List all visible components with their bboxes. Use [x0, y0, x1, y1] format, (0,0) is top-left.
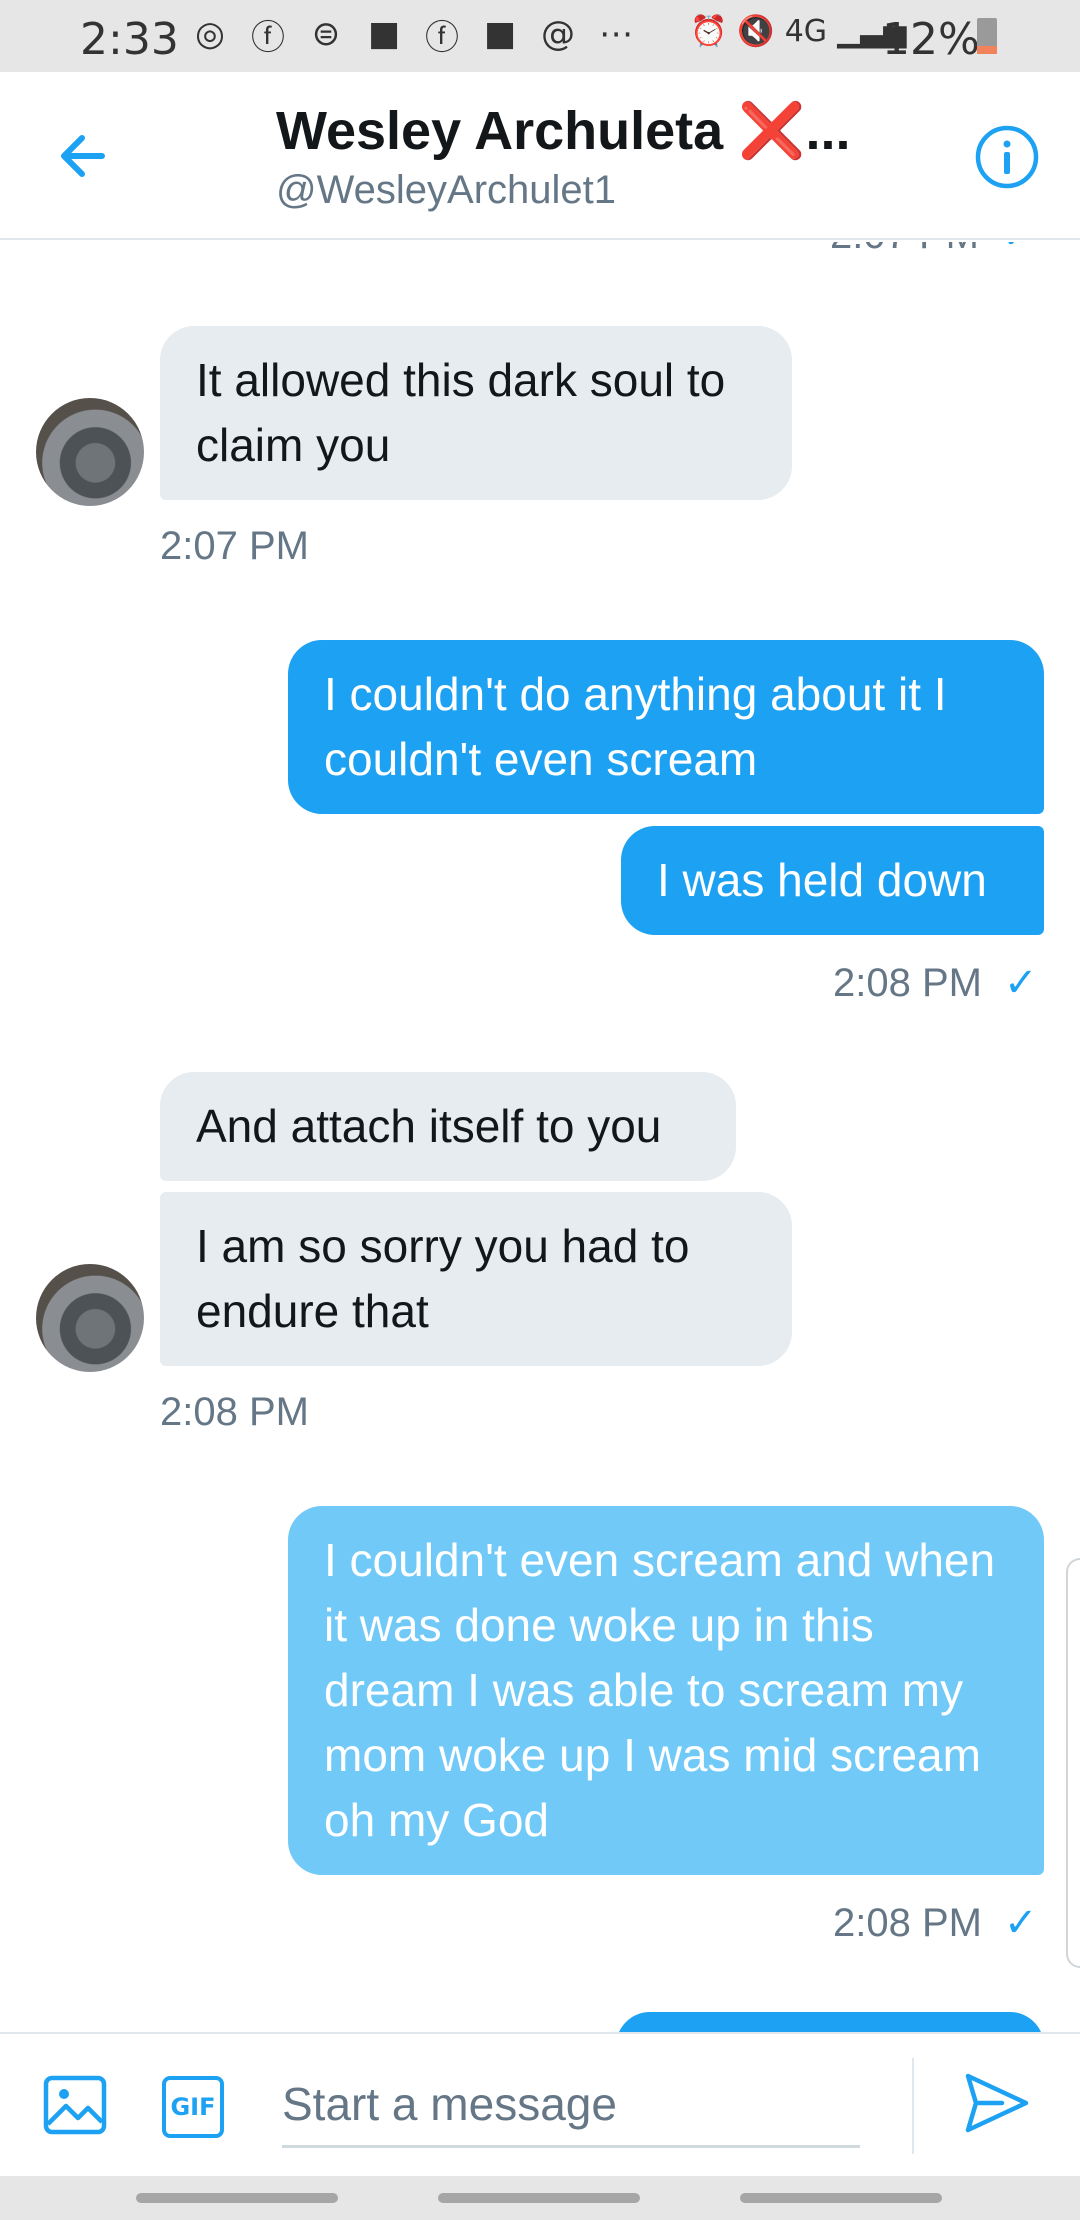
- more-dots-icon: ⋯: [599, 14, 633, 54]
- signal-app-icon: ◎: [195, 14, 225, 54]
- read-check-icon: ✓: [1001, 242, 1035, 257]
- facebook-icon: ⓕ: [251, 17, 285, 58]
- gif-button[interactable]: GIF: [162, 2076, 224, 2138]
- conversation-header: Wesley Archuleta ❌... @WesleyArchulet1: [0, 72, 1080, 240]
- timestamp-text: 2:08 PM: [160, 1390, 309, 1434]
- contact-name-text: Wesley Archuleta: [276, 101, 724, 161]
- name-emoji: ❌: [738, 101, 806, 161]
- message-timestamp: 2:07 PM: [160, 524, 309, 569]
- system-navigation-bar: [0, 2176, 1080, 2220]
- status-time: 2:33: [80, 14, 179, 65]
- battery-icon: [977, 18, 997, 54]
- message-bubble-outgoing[interactable]: I was held down: [621, 826, 1044, 935]
- read-check-icon: ✓: [1003, 1901, 1038, 1945]
- contact-name[interactable]: Wesley Archuleta ❌...: [276, 100, 850, 163]
- video-icon: ■: [367, 14, 401, 54]
- at-sign-icon: @: [541, 14, 575, 54]
- avatar[interactable]: [36, 1264, 144, 1372]
- message-bubble-outgoing-pending[interactable]: I couldn't even scream and when it was d…: [288, 1506, 1044, 1875]
- send-icon[interactable]: [962, 2068, 1032, 2138]
- message-timestamp: 2:08 PM: [160, 1390, 309, 1435]
- message-timestamp: 2:08 PM ✓: [833, 960, 1037, 1006]
- mute-icon: 🔇: [737, 14, 775, 49]
- nav-home-button[interactable]: [438, 2193, 640, 2203]
- message-bubble-incoming[interactable]: And attach itself to you: [160, 1072, 736, 1181]
- composer-divider: [912, 2058, 914, 2154]
- read-check-icon: ✓: [1003, 961, 1038, 1005]
- message-input[interactable]: [282, 2062, 860, 2148]
- facebook-icon: ⓕ: [425, 17, 459, 58]
- message-composer: GIF: [0, 2032, 1080, 2176]
- timestamp-text: 2:08 PM: [833, 961, 982, 1005]
- nav-recents-button[interactable]: [136, 2193, 338, 2203]
- notification-icons: ◎ ⓕ ⊜ ■ ⓕ ■ @ ⋯: [190, 14, 636, 58]
- name-truncation: ...: [805, 101, 851, 161]
- scroll-indicator[interactable]: [1066, 1558, 1080, 1968]
- message-bubble-outgoing[interactable]: I couldn't do anything about it I couldn…: [288, 640, 1044, 814]
- image-icon[interactable]: [42, 2072, 108, 2138]
- message-list[interactable]: 2:07 PM ✓ It allowed this dark soul to cl…: [0, 242, 1080, 2032]
- timestamp-text: 2:07 PM: [160, 524, 309, 568]
- alarm-icon: ⏰: [690, 14, 728, 49]
- message-bubble-incoming[interactable]: It allowed this dark soul to claim you: [160, 326, 792, 500]
- message-bubble-incoming[interactable]: I am so sorry you had to endure that: [160, 1192, 792, 1366]
- message-bubble-outgoing-partial[interactable]: [616, 2012, 1044, 2032]
- system-icons: ⏰ 🔇 4G ▁▃▅: [690, 14, 906, 49]
- lock-app-icon: ⊜: [311, 14, 341, 54]
- timestamp-text: 2:08 PM: [833, 1901, 982, 1945]
- timestamp-text: 2:07 PM: [830, 242, 979, 257]
- status-bar: 2:33 ◎ ⓕ ⊜ ■ ⓕ ■ @ ⋯ ⏰ 🔇 4G ▁▃▅ 12%: [0, 0, 1080, 72]
- battery-percentage: 12%: [882, 14, 980, 65]
- nav-back-button[interactable]: [740, 2193, 942, 2203]
- back-arrow-icon[interactable]: [52, 124, 116, 188]
- message-timestamp: 2:08 PM ✓: [833, 1900, 1037, 1946]
- message-timestamp: 2:07 PM ✓: [830, 242, 1034, 258]
- info-icon[interactable]: [974, 124, 1040, 190]
- contact-handle: @WesleyArchulet1: [276, 168, 616, 212]
- network-4g-icon: 4G: [784, 14, 828, 49]
- avatar[interactable]: [36, 398, 144, 506]
- video-icon: ■: [483, 14, 517, 54]
